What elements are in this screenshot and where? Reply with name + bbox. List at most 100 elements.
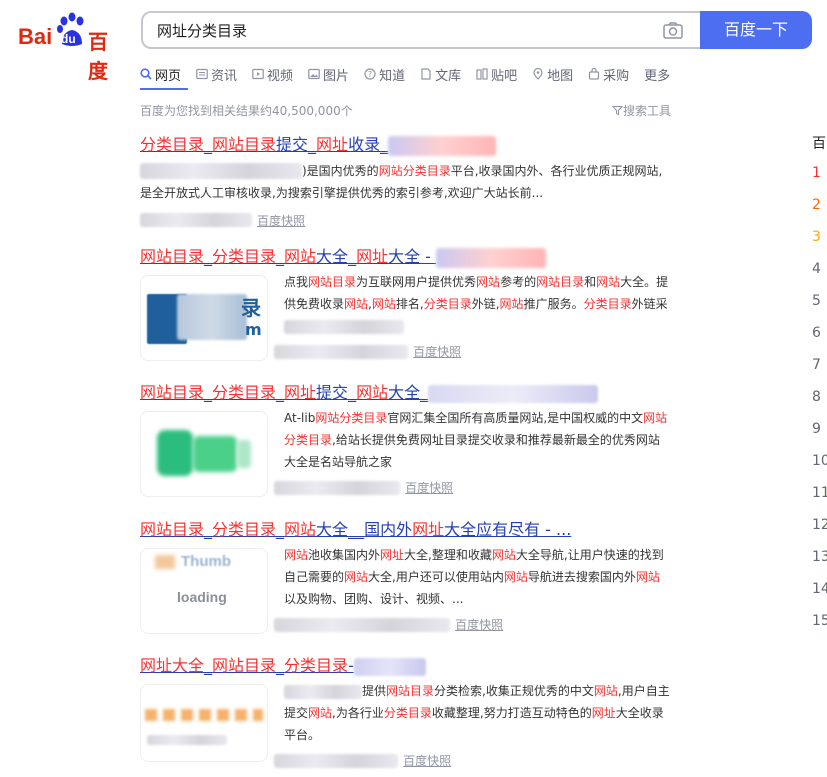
document-icon <box>421 68 431 80</box>
thumb-text: m <box>245 320 262 339</box>
thumb-text: Thumb <box>181 553 231 570</box>
desc-part: 网站分类目录 <box>378 163 451 178</box>
blurred-text <box>436 247 547 268</box>
tab-web[interactable]: 网页 <box>140 63 181 85</box>
desc-part: 大全,整理和收藏 <box>404 548 492 562</box>
title-part: 大全 <box>316 520 349 539</box>
snapshot-link[interactable]: 百度快照 <box>405 481 453 495</box>
title-part: 网站 <box>356 383 389 402</box>
tab-wenku[interactable]: 文库 <box>420 63 461 85</box>
rank-number[interactable]: 6 <box>812 325 827 357</box>
result-count: 百度为您找到相关结果约40,500,000个 <box>140 104 353 118</box>
blurred-source <box>140 213 252 227</box>
rank-number[interactable]: 9 <box>812 421 827 453</box>
search-result: 网站目录_分类目录_网站大全__国内外网址大全应有尽有 - ... Thumb … <box>140 516 720 634</box>
desc-part: 点我 <box>284 275 309 289</box>
rank-number[interactable]: 7 <box>812 357 827 389</box>
search-icon <box>140 68 152 80</box>
question-icon: ? <box>364 68 376 80</box>
result-source-line: 百度快照 <box>274 477 453 496</box>
desc-part: 网站目录 <box>386 684 435 698</box>
result-title-link[interactable]: 网站目录_分类目录_网站大全__国内外网址大全应有尽有 - ... <box>140 516 720 540</box>
title-part: 网站目录 <box>140 383 205 402</box>
baidu-logo[interactable]: Bai du 百度 <box>18 12 124 83</box>
desc-part: 分类目录 <box>583 297 632 311</box>
title-part: 分类目录 <box>212 247 277 266</box>
title-part: 国内外 <box>364 520 413 539</box>
tab-image[interactable]: 图片 <box>308 63 349 85</box>
snapshot-link[interactable]: 百度快照 <box>455 618 503 632</box>
result-title-link[interactable]: 网址大全_网站目录_分类目录- <box>140 652 720 676</box>
result-description: )是国内优秀的网站分类目录平台,收录国内外、各行业优质正规网站, 是全开放式人工审… <box>140 160 720 204</box>
desc-part: 供免费收录 <box>284 297 345 311</box>
tab-tieba[interactable]: 贴吧 <box>476 63 517 85</box>
title-part: 提交 <box>316 383 349 402</box>
title-part: 网址 <box>140 656 173 675</box>
result-thumbnail[interactable]: Thumb loading <box>140 548 268 634</box>
desc-part: 以及购物、团购、设计、视频、... <box>284 592 464 606</box>
desc-part: 大全。提 <box>620 275 669 289</box>
rank-number[interactable]: 2 <box>812 197 827 229</box>
search-input[interactable] <box>157 21 637 39</box>
title-part: 大全 <box>388 383 421 402</box>
result-thumbnail[interactable] <box>140 684 268 762</box>
search-tools-button[interactable]: 搜索工具 <box>612 102 671 119</box>
blurred-text <box>388 135 497 156</box>
tab-more[interactable]: 更多 <box>644 63 670 85</box>
desc-part: 网站目录 <box>308 275 357 289</box>
search-tabs: 网页 资讯 视频 图片 ? 知道 文库 贴吧 地图 采购 更多 <box>140 63 685 85</box>
rank-number[interactable]: 1 <box>812 165 827 197</box>
tab-label: 资讯 <box>211 68 238 84</box>
desc-part: 网站 <box>499 297 524 311</box>
tab-news[interactable]: 资讯 <box>196 63 237 85</box>
desc-part: At-lib <box>284 411 316 425</box>
rank-number[interactable]: 10 <box>812 453 827 485</box>
blurred-source <box>274 344 408 359</box>
snapshot-link[interactable]: 百度快照 <box>257 214 305 228</box>
rank-number[interactable]: 12 <box>812 517 827 549</box>
title-part: _ <box>204 135 213 154</box>
tab-zhidao[interactable]: ? 知道 <box>364 63 405 85</box>
tab-label: 贴吧 <box>491 68 518 84</box>
desc-part: 分类目录 <box>383 706 432 720</box>
desc-part: 推广服务。 <box>523 297 584 311</box>
snapshot-link[interactable]: 百度快照 <box>403 754 451 768</box>
tab-map[interactable]: 地图 <box>532 63 573 85</box>
desc-part: ,给站长提供免费网址目录提交收录和推荐最新最全的优秀网站 <box>332 433 660 447</box>
result-description: 提供网站目录分类检索,收集正规优秀的中文网站,用户自主 提交网站,为各行业分类目录… <box>284 680 720 746</box>
desc-part: 平台。 <box>284 728 321 742</box>
rank-number[interactable]: 4 <box>812 261 827 293</box>
title-part: _ <box>380 135 389 154</box>
active-tab-indicator <box>140 88 188 90</box>
desc-part: 网站 <box>344 570 369 584</box>
result-thumbnail[interactable]: 录 m <box>140 275 268 361</box>
desc-part: 平台,收录国内外、各行业优质正规网站, <box>450 163 663 178</box>
desc-part: 网站 <box>284 548 309 562</box>
hot-list-title: 百 <box>812 136 826 152</box>
rank-number[interactable]: 14 <box>812 581 827 613</box>
search-button[interactable]: 百度一下 <box>700 11 812 49</box>
blurred-thumb <box>147 735 227 745</box>
thumb-shape <box>145 709 263 721</box>
title-part: 大全应有尽有 - ... <box>444 520 572 539</box>
rank-number[interactable]: 11 <box>812 485 827 517</box>
tab-purchase[interactable]: 采购 <box>588 63 629 85</box>
title-part: _ <box>204 656 213 675</box>
result-thumbnail[interactable] <box>140 411 268 497</box>
rank-number[interactable]: 15 <box>812 613 827 645</box>
result-title-link[interactable]: 网站目录_分类目录_网址提交_网站大全_ <box>140 379 720 403</box>
tab-video[interactable]: 视频 <box>252 63 293 85</box>
camera-icon[interactable] <box>663 22 683 39</box>
result-description: 网站池收集国内外网址大全,整理和收藏网站大全导航,让用户快速的找到 自己需要的网站… <box>284 544 720 610</box>
title-part: 大全 <box>172 656 205 675</box>
rank-number[interactable]: 5 <box>812 293 827 325</box>
rank-number[interactable]: 8 <box>812 389 827 421</box>
title-part: __ <box>348 520 365 539</box>
desc-part: 网址 <box>380 548 405 562</box>
result-title-link[interactable]: 网站目录_分类目录_网站大全_网址大全 - <box>140 243 720 268</box>
result-title-link[interactable]: 分类目录_网站目录提交_网址收录_ <box>140 131 720 156</box>
snapshot-link[interactable]: 百度快照 <box>413 345 461 359</box>
rank-number[interactable]: 13 <box>812 549 827 581</box>
title-part: 网站 <box>284 520 317 539</box>
rank-number[interactable]: 3 <box>812 229 827 261</box>
